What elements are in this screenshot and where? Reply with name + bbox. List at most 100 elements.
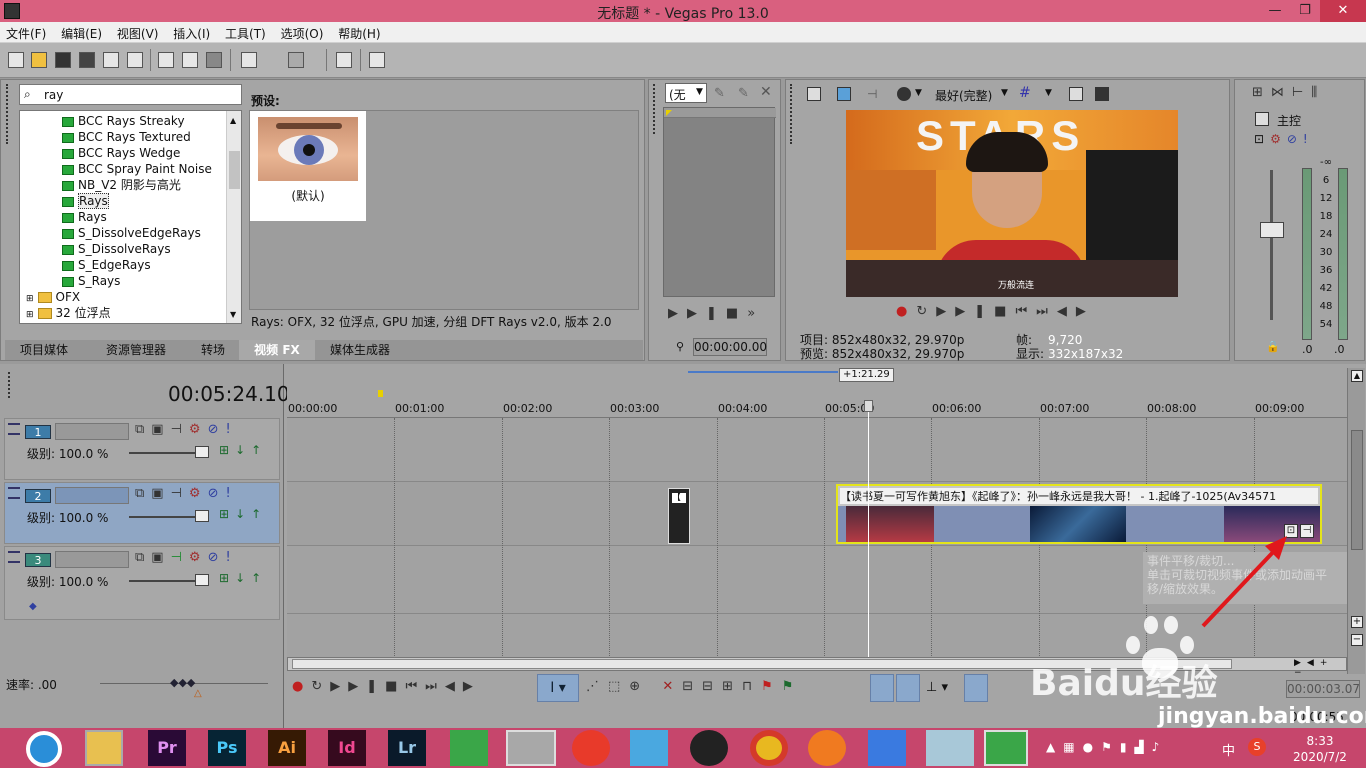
timeline-vscrollbar[interactable]: ▲ + − (1347, 368, 1365, 674)
gear-icon[interactable]: ⚙ (189, 422, 208, 437)
tab-explorer[interactable]: 资源管理器 (87, 340, 185, 360)
app-green2-icon[interactable] (984, 730, 1028, 766)
level-slider-knob[interactable] (195, 446, 209, 458)
new-file-icon[interactable] (8, 52, 24, 68)
solo-icon[interactable]: ! (225, 486, 237, 501)
prev-frame-icon[interactable]: ⏮ (1015, 304, 1036, 319)
chrome-icon[interactable] (750, 730, 788, 766)
pause-icon[interactable]: ❚ (366, 679, 385, 694)
tree-item-selected[interactable]: Rays (62, 193, 222, 209)
marker-icon[interactable]: ⚑ (761, 679, 782, 694)
record-icon[interactable]: ● (292, 679, 311, 694)
tree-item[interactable]: S_DissolveEdgeRays (62, 225, 222, 241)
stop-icon[interactable]: ■ (385, 679, 405, 694)
collapse-icon[interactable] (8, 551, 20, 563)
tab-transitions[interactable]: 转场 (187, 340, 239, 360)
paste-icon[interactable] (206, 52, 222, 68)
save-as-icon[interactable] (79, 52, 95, 68)
edit-tool-button[interactable]: I ▾ (537, 674, 579, 702)
app-cat-icon[interactable] (630, 730, 668, 766)
track-name-field[interactable] (55, 423, 129, 440)
solo-icon[interactable]: ! (225, 422, 237, 437)
collapse-icon[interactable] (8, 487, 20, 499)
tree-item[interactable]: S_DissolveRays (62, 241, 222, 257)
trim-icon[interactable]: ⊟ (682, 679, 702, 694)
help-pointer-icon[interactable] (369, 52, 385, 68)
scroll-thumb[interactable] (1351, 430, 1363, 550)
mute-icon[interactable]: ⊘ (208, 422, 226, 437)
split-icon[interactable]: ⊞ (722, 679, 742, 694)
stop-icon[interactable]: ■ (994, 304, 1015, 319)
play-from-start-icon[interactable]: ▶ (936, 304, 955, 319)
sogou-icon[interactable]: S (1248, 738, 1266, 756)
lock-envelopes-icon[interactable] (964, 674, 988, 702)
track-name-field[interactable] (55, 551, 129, 568)
mute-icon[interactable]: ⊘ (208, 486, 226, 501)
trim-start-icon[interactable]: ⊟ (702, 679, 722, 694)
tray-battery-icon[interactable]: ▮ (1120, 740, 1135, 754)
app-green-icon[interactable] (450, 730, 488, 766)
render-icon[interactable] (103, 52, 119, 68)
zoom-out-icon[interactable]: − (1351, 634, 1363, 646)
zoom-in-icon[interactable]: + (1351, 616, 1363, 628)
pause-icon[interactable]: ❚ (974, 304, 994, 319)
tree-item[interactable]: Rays (62, 209, 222, 225)
delete-icon[interactable]: ✕ (662, 679, 682, 694)
level-slider-knob[interactable] (195, 574, 209, 586)
up-arrow-icon[interactable]: ↑ (251, 507, 267, 521)
clock[interactable]: 8:33 2020/7/2 (1290, 733, 1350, 765)
illustrator-icon[interactable]: Ai (268, 730, 306, 766)
ime-indicator[interactable]: 中 (1222, 740, 1235, 759)
scroll-up-icon[interactable]: ▲ (230, 113, 236, 129)
start-button[interactable] (26, 731, 62, 767)
pause-icon[interactable]: ❚ (706, 306, 726, 321)
tree-item[interactable]: S_Rays (62, 273, 222, 289)
maximize-button[interactable]: ❐ (1290, 0, 1320, 22)
app-w-icon[interactable] (868, 730, 906, 766)
search-box[interactable]: ⌕ ray (19, 84, 242, 105)
save-icon[interactable] (55, 52, 71, 68)
record-icon[interactable]: ● (896, 304, 916, 319)
tree-folder-32bit[interactable]: ⊞ 32 位浮点 (26, 305, 196, 321)
copy-snapshot-icon[interactable] (1069, 87, 1083, 101)
tab-project-media[interactable]: 项目媒体 (5, 340, 83, 360)
premiere-icon[interactable]: Pr (148, 730, 186, 766)
trimmer-clear-icon[interactable]: ✎ (738, 86, 749, 101)
properties-icon[interactable] (127, 52, 143, 68)
tray-network-icon[interactable]: ▟ (1134, 740, 1151, 754)
tray-qq-icon[interactable]: ● (1083, 740, 1101, 754)
zoom-tool-icon[interactable]: ⊕ (629, 679, 649, 694)
down-arrow-icon[interactable]: ↓ (235, 507, 251, 521)
fx-chain-icon[interactable]: ⊣ (171, 486, 189, 501)
fx-chain-icon[interactable]: ⊣ (171, 422, 189, 437)
solo-icon[interactable]: ! (1303, 132, 1314, 146)
menu-edit[interactable]: 编辑(E) (55, 22, 107, 42)
rate-slider-knob[interactable]: ◆◆◆ (170, 676, 195, 689)
gear-icon[interactable]: ⚙ (189, 550, 208, 565)
selection-tool-icon[interactable]: ⬚ (608, 679, 629, 694)
tree-item[interactable]: S_EdgeRays (62, 257, 222, 273)
tree-hscrollbar[interactable] (20, 323, 226, 324)
region-icon[interactable]: ⚑ (782, 679, 803, 694)
tray-chevron-icon[interactable]: ▲ (1046, 740, 1063, 754)
redo-icon[interactable] (288, 52, 304, 68)
loop-icon[interactable]: ↻ (311, 679, 330, 694)
undo-icon[interactable] (241, 52, 257, 68)
more-icon[interactable]: » (747, 306, 764, 321)
search-input[interactable]: ray (44, 88, 63, 102)
tree-item[interactable]: BCC Rays Wedge (62, 145, 222, 161)
menu-help[interactable]: 帮助(H) (332, 22, 385, 42)
region-marker[interactable]: +1:21.29 (839, 368, 894, 382)
composite-mode-icon[interactable]: ⧉ (135, 486, 151, 501)
tray-flag-icon[interactable]: ⚑ (1101, 740, 1120, 754)
indesign-icon[interactable]: Id (328, 730, 366, 766)
play-icon[interactable]: ▶ (348, 679, 366, 694)
properties-icon[interactable] (807, 87, 821, 101)
photoshop-icon[interactable]: Ps (208, 730, 246, 766)
add-fx-icon[interactable]: ⊞ (219, 507, 235, 521)
collapse-icon[interactable] (8, 423, 20, 435)
cut-icon[interactable] (158, 52, 174, 68)
insert-bus-icon[interactable]: ⊞ (1252, 85, 1271, 100)
app-orange-icon[interactable] (808, 730, 846, 766)
overlays-icon[interactable]: # (1019, 85, 1031, 101)
